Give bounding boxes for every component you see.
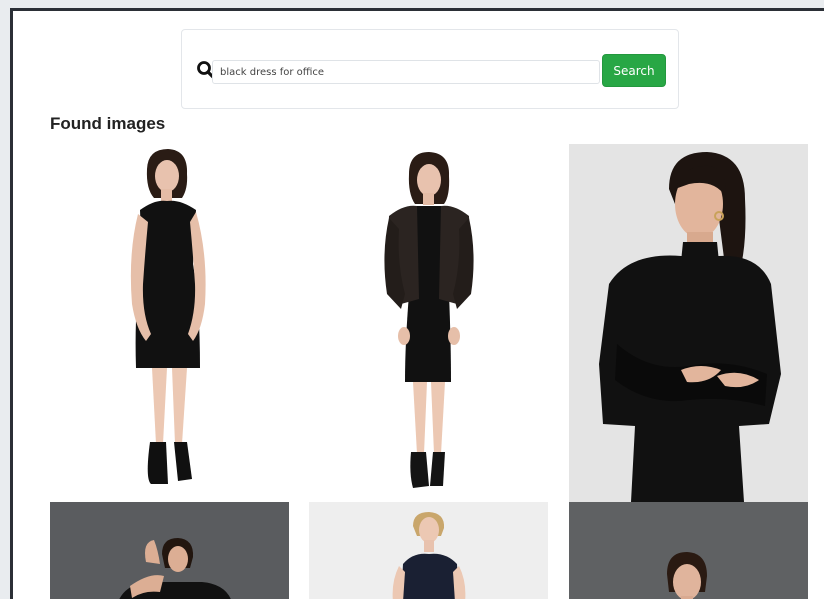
found-images-heading: Found images — [50, 114, 166, 133]
photo-woman-portrait-dark — [569, 502, 808, 599]
photo-woman-navy-dress — [309, 502, 548, 599]
photo-woman-turtleneck-dress — [569, 144, 808, 502]
search-card: Search — [181, 29, 679, 109]
photo-woman-black-dress — [50, 144, 289, 500]
result-image-6[interactable] — [569, 502, 808, 599]
result-image-4[interactable] — [50, 502, 289, 599]
photo-woman-dress-leather-jacket — [309, 144, 548, 500]
photo-woman-dark-background — [50, 502, 289, 599]
result-image-3[interactable] — [569, 144, 808, 502]
result-image-1[interactable] — [50, 144, 289, 500]
result-image-2[interactable] — [309, 144, 548, 500]
result-image-5[interactable] — [309, 502, 548, 599]
browser-viewport: Search Found images — [10, 8, 824, 599]
search-input[interactable] — [212, 60, 600, 84]
search-button[interactable]: Search — [602, 54, 666, 87]
